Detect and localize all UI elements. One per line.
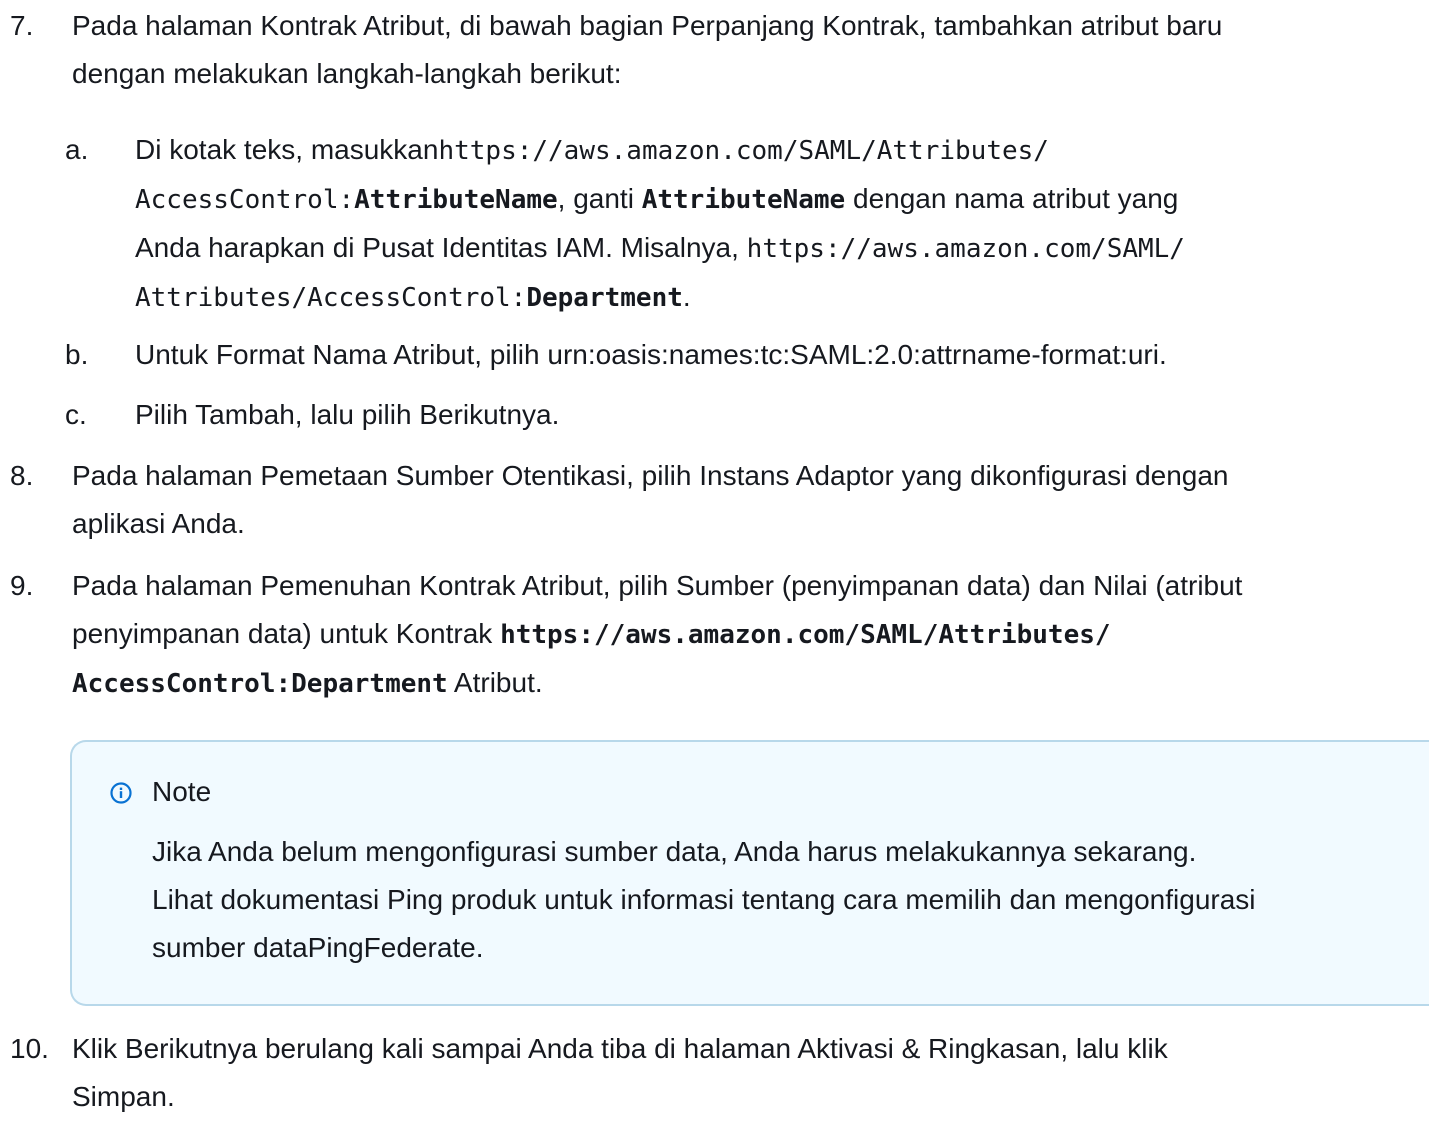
step-number: 10. [10,1033,49,1064]
step-line: dengan melakukan langkah-langkah berikut… [72,58,622,89]
note-line: Lihat dokumentasi Ping produk untuk info… [152,884,1256,915]
text-run: penyimpanan data) untuk Kontrak [72,618,501,649]
text-run: Anda harapkan di Pusat Identitas IAM. Mi… [135,232,747,263]
text-run: , ganti [557,183,642,214]
code-bold: Department [526,283,683,313]
step-text: Klik Berikutnya berulang kali sampai And… [72,1025,1412,1121]
code-run: https://aws.amazon.com/SAML/ [746,234,1185,264]
substep-letter: a. [65,134,89,165]
step-line: Pada halaman Pemetaan Sumber Otentikasi,… [72,460,1229,491]
note-line: Jika Anda belum mengonfigurasi sumber da… [152,836,1197,867]
text-run: Di kotak teks, masukkan [135,134,439,165]
step-line: aplikasi Anda. [72,508,245,539]
note-body: Jika Anda belum mengonfigurasi sumber da… [152,828,1429,972]
code-bold: https://aws.amazon.com/SAML/Attributes/ [500,620,1111,650]
substep-text: Untuk Format Nama Atribut, pilih urn:oas… [135,339,1167,370]
text-run: Atribut. [447,667,543,698]
note-title: Note [152,776,212,807]
text-run: . [682,281,691,312]
step-text: Pada halaman Pemetaan Sumber Otentikasi,… [72,452,1412,548]
substep-text: Pilih Tambah, lalu pilih Berikutnya. [135,399,560,430]
substep-letter: c. [65,399,87,430]
text-run: dengan nama atribut yang [845,183,1179,214]
code-bold: AttributeName [641,185,846,215]
step-number: 9. [10,570,34,601]
step-text: Pada halaman Pemenuhan Kontrak Atribut, … [72,562,1412,708]
step-number: 8. [10,460,34,491]
substep-letter: b. [65,339,89,370]
step-text: Pada halaman Kontrak Atribut, di bawah b… [72,2,1412,98]
step-line: Pada halaman Kontrak Atribut, di bawah b… [72,10,1223,41]
code-run: https://aws.amazon.com/SAML/Attributes/ [438,136,1049,166]
code-bold: AttributeName [354,185,558,215]
code-bold: AccessControl:Department [72,669,448,699]
code-run: Attributes/AccessControl: [135,283,527,313]
step-line: Klik Berikutnya berulang kali sampai And… [72,1033,1168,1064]
substep-text: Di kotak teks, masukkanhttps://aws.amazo… [135,126,1375,322]
info-icon [110,782,132,804]
step-line: Pada halaman Pemenuhan Kontrak Atribut, … [72,570,1243,601]
step-number: 7. [10,10,34,41]
note-line: sumber dataPingFederate. [152,932,484,963]
step-line: Simpan. [72,1081,175,1112]
code-run: AccessControl: [135,185,355,215]
note-callout: Note Jika Anda belum mengonfigurasi sumb… [70,740,1429,1006]
